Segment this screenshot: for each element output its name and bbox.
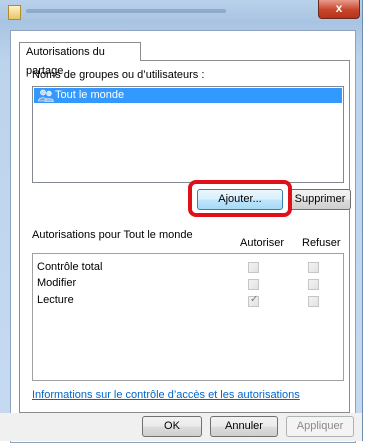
list-item-label: Tout le monde: [55, 89, 125, 101]
deny-read-checkbox[interactable]: [308, 296, 319, 307]
column-deny-header: Refuser: [302, 237, 341, 249]
deny-full-control-checkbox[interactable]: [308, 262, 319, 273]
folder-icon: [8, 5, 21, 20]
permissions-list: Contrôle total Modifier Lecture ✓: [32, 253, 344, 381]
deny-modify-checkbox[interactable]: [308, 279, 319, 290]
allow-modify-checkbox[interactable]: [248, 279, 259, 290]
allow-full-control-checkbox[interactable]: [248, 262, 259, 273]
column-allow-header: Autoriser: [240, 237, 285, 249]
permissions-label: Autorisations pour Tout le monde: [32, 229, 193, 241]
cancel-button[interactable]: Annuler: [210, 416, 278, 437]
ok-button[interactable]: OK: [142, 416, 202, 437]
tab-share-permissions[interactable]: Autorisations du partage: [19, 42, 141, 77]
window-title-blurred: [26, 9, 226, 13]
apply-button[interactable]: Appliquer: [286, 416, 354, 437]
groups-listbox[interactable]: Tout le monde: [32, 86, 344, 183]
list-item-everyone[interactable]: Tout le monde: [34, 88, 342, 103]
remove-button[interactable]: Supprimer: [289, 189, 351, 210]
title-bar[interactable]: x: [0, 0, 362, 22]
checkmark-icon: ✓: [250, 294, 259, 305]
permission-row-label: Contrôle total: [37, 261, 103, 273]
permission-row-label: Lecture: [37, 294, 74, 306]
close-button[interactable]: x: [318, 0, 360, 19]
access-control-info-link[interactable]: Informations sur le contrôle d’accès et …: [32, 389, 300, 401]
permission-row-label: Modifier: [37, 277, 77, 289]
highlight-annotation: [188, 180, 292, 217]
users-icon: [38, 89, 54, 102]
allow-read-checkbox[interactable]: ✓: [248, 294, 259, 307]
